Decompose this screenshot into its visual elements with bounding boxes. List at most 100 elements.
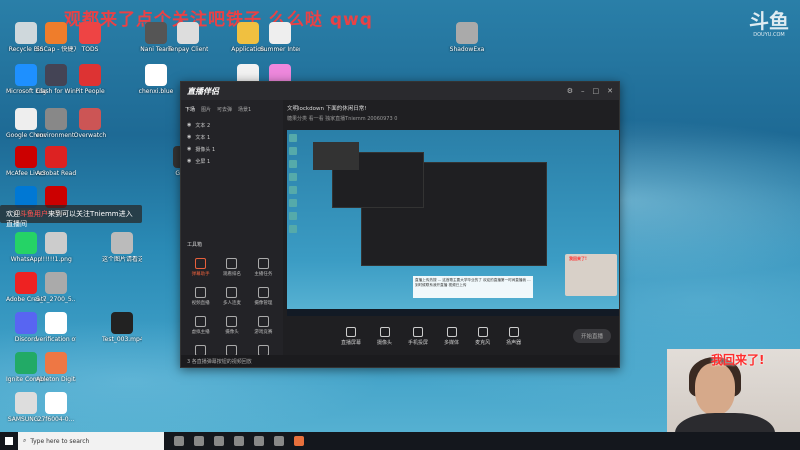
douyu-logo: 斗鱼 DOUYU.COM — [749, 9, 789, 38]
app-icon — [45, 22, 67, 44]
control-button[interactable]: 扬声器 — [506, 326, 521, 346]
control-icon — [379, 326, 390, 337]
app-icon — [45, 108, 67, 130]
stream-title[interactable]: 文明lockdown 下面的休闲日常! — [287, 104, 613, 112]
toolbox-title: 工具箱 — [187, 242, 203, 248]
desktop-icon[interactable]: Test_003.mp4 — [102, 312, 142, 343]
tool-button[interactable]: 主播任务 — [248, 258, 279, 277]
source-item[interactable]: ◉ 文本 2 — [181, 119, 283, 131]
app-icon — [79, 22, 101, 44]
source-item[interactable]: ◉ 全屏 1 — [181, 155, 283, 167]
tool-icon — [195, 287, 207, 298]
settings-icon[interactable]: ⚙ — [567, 87, 573, 95]
watermark-text: 观都来了点个关注吧铁子 么么哒 qwq — [64, 10, 373, 30]
desktop-icon[interactable]: Ableton Digital Editions 4.5 — [36, 352, 76, 383]
preview-webcam: 我回来了! — [565, 254, 617, 296]
tool-icon — [257, 316, 269, 327]
preview-caption: 直播上传热搜 ... 这首歌主要大学毕业的了 欢迎的直播第一时间直播我 ... … — [413, 276, 533, 298]
desktop-icon[interactable]: Tenpay Client — [168, 22, 208, 53]
eye-icon[interactable]: ◉ — [187, 158, 191, 164]
tool-icon — [257, 258, 269, 269]
app-icon — [79, 64, 101, 86]
desktop-icon[interactable]: Summer Internship — [260, 22, 300, 53]
store-taskbar-icon[interactable] — [254, 436, 264, 446]
app-icon — [237, 22, 259, 44]
windows-start-icon[interactable] — [0, 432, 18, 450]
app-icon — [145, 64, 167, 86]
source-item[interactable]: ◉ 文本 1 — [181, 131, 283, 143]
desktop-icon[interactable]: Acrobat Reader DC — [36, 146, 76, 177]
status-bar: 3 各直播弹幕按钮的视频回放 — [181, 355, 619, 367]
start-stream-button[interactable]: 开始直播 — [572, 329, 611, 343]
control-icon — [413, 326, 424, 337]
desktop-icon[interactable]: TODS — [70, 22, 110, 53]
taskbar-search[interactable]: ⌕ Type here to search — [18, 432, 164, 450]
desktop-icon[interactable]: 这个图片请看这里.mkv — [102, 232, 142, 263]
desktop-icon[interactable]: 5_7_2700_5... — [36, 272, 76, 303]
scene-panel: 下场 图片 可去弹 场景1 ◉ 文本 2 ◉ 文本 1 ◉ 摄像头 1 ◉ 全屏 1 工具箱 弹幕助… — [181, 100, 283, 367]
tool-icon — [257, 287, 269, 298]
app-icon — [45, 146, 67, 168]
maximize-icon[interactable]: □ — [593, 87, 600, 95]
welcome-toast: 欢迎斗鱼用户来到可以关注Tniemm进入直播间 — [0, 205, 142, 228]
eye-icon[interactable]: ◉ — [187, 134, 191, 140]
app-icon — [45, 392, 67, 414]
desktop-icon[interactable]: Pit People — [70, 64, 110, 95]
app-icon — [15, 392, 37, 414]
tool-button[interactable]: 视频直播 — [185, 287, 216, 306]
chrome-taskbar-icon[interactable] — [214, 436, 224, 446]
source-item[interactable]: ◉ 摄像头 1 — [181, 143, 283, 155]
tool-button[interactable]: 多人连麦 — [216, 287, 247, 306]
eye-icon[interactable]: ◉ — [187, 146, 191, 152]
app-titlebar[interactable]: 直播伴侣 ⚙ – □ ✕ — [181, 82, 619, 100]
stream-preview[interactable]: 直播上传热搜 ... 这首歌主要大学毕业的了 欢迎的直播第一时间直播我 ... … — [287, 130, 619, 316]
desktop-icon[interactable]: chenxi.blue — [136, 64, 176, 95]
app-icon — [456, 22, 478, 44]
edge-taskbar-icon[interactable] — [194, 436, 204, 446]
scene-tab[interactable]: 可去弹 — [217, 106, 232, 113]
tool-button[interactable]: 摄像管理 — [248, 287, 279, 306]
app-icon — [45, 64, 67, 86]
scene-tab[interactable]: 场景1 — [238, 106, 251, 113]
tool-button[interactable]: 弹幕助手 — [185, 258, 216, 277]
desktop-icon[interactable]: 27f6004-0... — [36, 392, 76, 423]
desktop-icon[interactable]: !!!!!!1.png — [36, 232, 76, 263]
app-icon — [15, 352, 37, 374]
app-icon — [15, 22, 37, 44]
live-app-taskbar-icon[interactable] — [294, 436, 304, 446]
taskbar: ⌕ Type here to search — [0, 432, 800, 450]
app-icon — [15, 272, 37, 294]
app-icon — [15, 146, 37, 168]
app-icon — [111, 232, 133, 254]
stream-subinfo: 糖果分类 看一看 独家直播Tniemm 20060973 0 — [287, 116, 398, 122]
tool-icon — [226, 258, 238, 269]
control-button[interactable]: 多媒体 — [444, 326, 459, 346]
task-view-icon[interactable] — [174, 436, 184, 446]
control-button[interactable]: 麦克风 — [475, 326, 490, 346]
control-icon — [346, 326, 356, 337]
eye-icon[interactable]: ◉ — [187, 122, 191, 128]
scene-tab[interactable]: 图片 — [201, 106, 211, 113]
minimize-icon[interactable]: – — [581, 87, 585, 95]
live-companion-window[interactable]: 直播伴侣 ⚙ – □ ✕ 下场 图片 可去弹 场景1 ◉ 文本 2 ◉ 文本 1 ◉ 摄像头 1… — [180, 81, 620, 368]
preview-taskbar — [287, 309, 619, 316]
folder-taskbar-icon[interactable] — [234, 436, 244, 446]
search-icon: ⌕ — [23, 437, 27, 444]
steam-taskbar-icon[interactable] — [274, 436, 284, 446]
webcam-caption: 我回来了! — [711, 353, 765, 367]
tool-button[interactable]: 观看排名 — [216, 258, 247, 277]
tool-button[interactable]: 摄像头 — [216, 316, 247, 335]
tool-button[interactable]: 游戏竞赛 — [248, 316, 279, 335]
close-icon[interactable]: ✕ — [607, 87, 613, 95]
tool-icon — [195, 316, 207, 327]
tool-button[interactable]: 虚拟主播 — [185, 316, 216, 335]
tool-icon — [195, 258, 207, 269]
control-icon — [446, 326, 457, 337]
scene-tab[interactable]: 下场 — [185, 106, 195, 113]
control-button[interactable]: 摄像头 — [377, 326, 392, 346]
control-button[interactable]: 手机投屏 — [408, 326, 428, 346]
desktop-icon[interactable]: verification of Full-time... — [36, 312, 76, 343]
desktop-icon[interactable]: ShadowExa — [447, 22, 487, 53]
desktop-icon[interactable]: Overwatch — [70, 108, 110, 139]
control-button[interactable]: 直播屏幕 — [341, 326, 361, 346]
